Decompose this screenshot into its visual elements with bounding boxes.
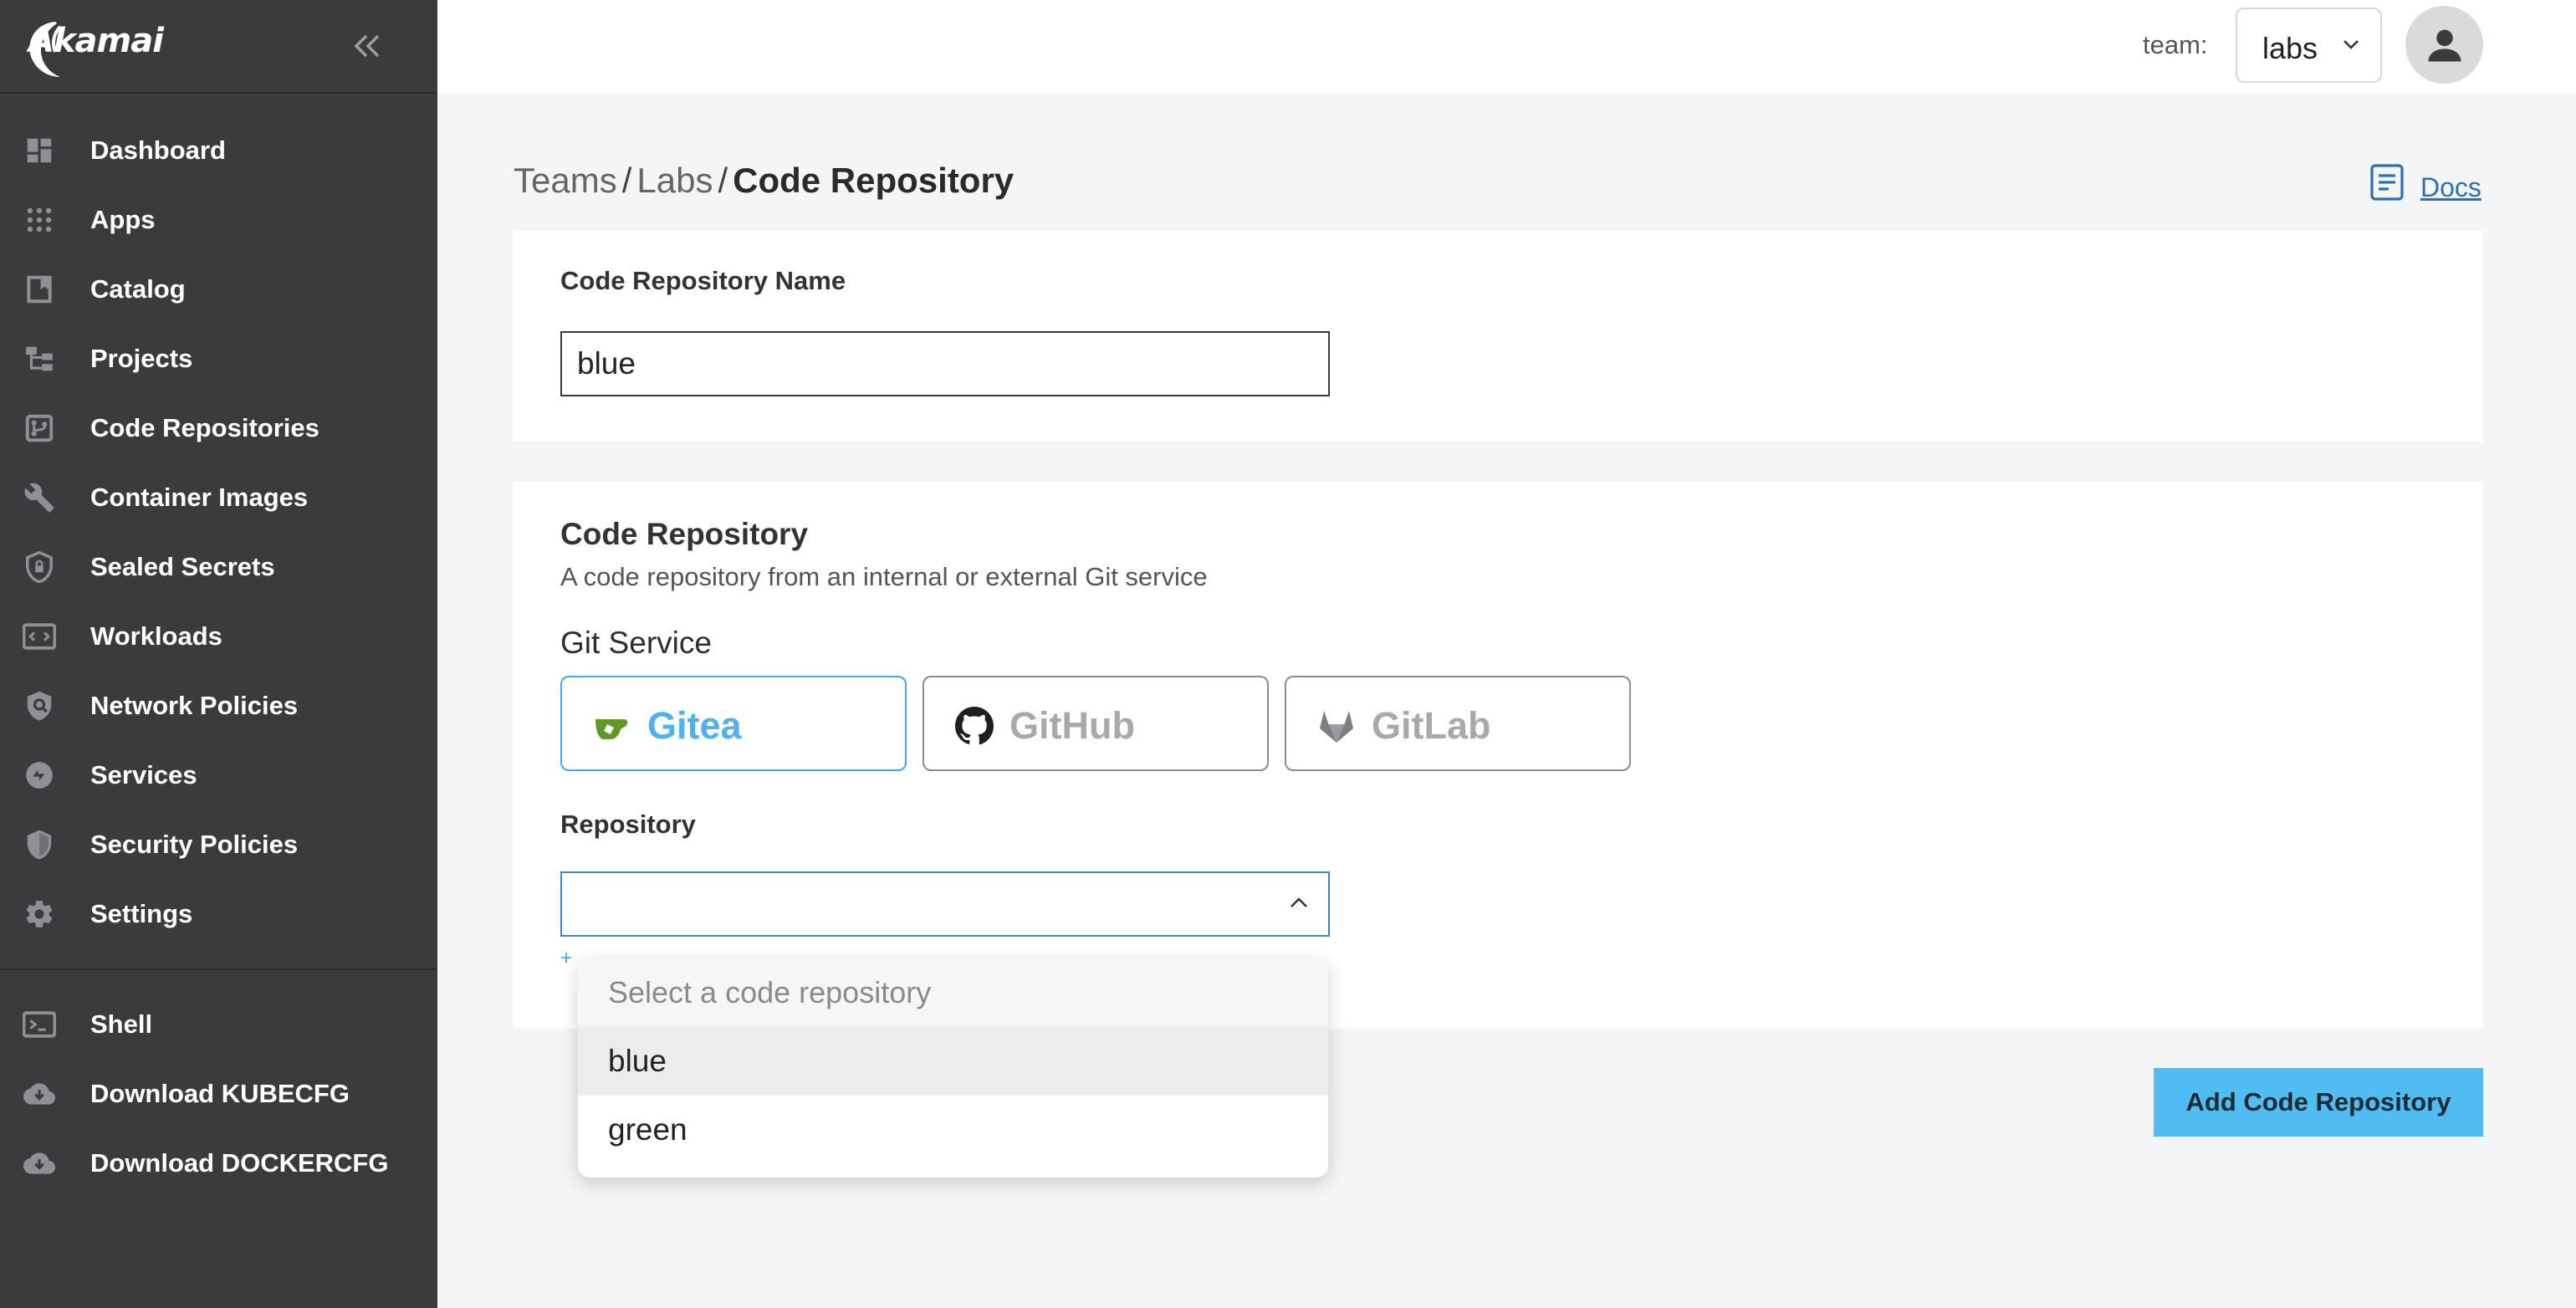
shield-icon	[23, 828, 56, 861]
name-field-label: Code Repository Name	[560, 266, 846, 295]
document-icon	[2370, 163, 2404, 201]
git-branch-icon	[23, 411, 56, 445]
sidebar-item-container-images[interactable]: Container Images	[0, 467, 437, 529]
apps-grid-icon	[23, 203, 56, 237]
repository-select[interactable]	[560, 871, 1330, 937]
sidebar-item-services[interactable]: Services	[0, 744, 437, 806]
code-repository-card: Code Repository A code repository from a…	[514, 482, 2483, 1029]
sidebar-divider	[0, 968, 437, 970]
user-icon	[2428, 29, 2461, 61]
services-icon	[23, 759, 56, 792]
sidebar-item-settings[interactable]: Settings	[0, 883, 437, 945]
sidebar-item-dashboard[interactable]: Dashboard	[0, 120, 437, 181]
book-icon	[23, 273, 56, 306]
chevron-down-icon	[2343, 40, 2359, 49]
dropdown-placeholder: Select a code repository	[578, 958, 1328, 1027]
git-service-gitlab-button[interactable]: GitLab	[1285, 676, 1631, 771]
gitea-label: Gitea	[647, 704, 742, 747]
page-title: Code Repository	[733, 161, 1015, 200]
breadcrumb-separator: /	[621, 161, 632, 200]
code-box-icon	[23, 620, 56, 653]
name-card: Code Repository Name blue	[514, 231, 2483, 442]
dashboard-icon	[23, 134, 56, 167]
double-chevron-left-icon	[354, 34, 380, 58]
docs-link[interactable]: Docs	[2369, 161, 2481, 203]
sidebar-item-apps[interactable]: Apps	[0, 189, 437, 251]
cloud-download-icon	[23, 1147, 56, 1180]
sidebar-item-download-dockercfg[interactable]: Download DOCKERCFG	[0, 1132, 437, 1194]
gear-icon	[23, 897, 56, 931]
plus-icon[interactable]: +	[560, 947, 572, 970]
sidebar: Akamai Dashboard Apps Catalog Projects C…	[0, 0, 437, 1308]
breadcrumb-teams[interactable]: Teams	[514, 161, 617, 200]
team-select[interactable]: labs	[2236, 8, 2382, 83]
sidebar-item-shell[interactable]: Shell	[0, 994, 437, 1055]
gitea-icon	[595, 719, 628, 739]
git-service-gitea-button[interactable]: Gitea	[560, 676, 907, 771]
sidebar-header: Akamai	[0, 0, 437, 94]
breadcrumb-labs[interactable]: Labs	[636, 161, 713, 200]
wrench-icon	[23, 481, 56, 514]
sidebar-item-download-kubecfg[interactable]: Download KUBECFG	[0, 1063, 437, 1125]
gitlab-label: GitLab	[1372, 704, 1491, 747]
tree-icon	[23, 342, 56, 376]
shield-search-icon	[23, 689, 56, 723]
user-avatar-button[interactable]	[2405, 6, 2483, 84]
section-description: A code repository from an internal or ex…	[560, 562, 1208, 591]
logo-text: Akamai	[28, 22, 164, 60]
sidebar-item-workloads[interactable]: Workloads	[0, 605, 437, 667]
collapse-sidebar-button[interactable]	[345, 25, 390, 67]
add-code-repository-button[interactable]: Add Code Repository	[2154, 1068, 2483, 1137]
repository-dropdown-menu: Select a code repository blue green	[578, 958, 1328, 1178]
team-label: team:	[2143, 30, 2208, 59]
sidebar-item-network-policies[interactable]: Network Policies	[0, 675, 437, 737]
shield-lock-icon	[23, 550, 56, 584]
github-icon	[955, 707, 994, 745]
sidebar-item-catalog[interactable]: Catalog	[0, 258, 437, 320]
breadcrumb: Teams / Labs / Code Repository	[514, 161, 1014, 201]
repository-name-input[interactable]: blue	[560, 331, 1330, 396]
dropdown-option-blue[interactable]: blue	[578, 1027, 1328, 1096]
sidebar-item-security-policies[interactable]: Security Policies	[0, 814, 437, 876]
git-service-github-button[interactable]: GitHub	[923, 676, 1269, 771]
repository-field-label: Repository	[560, 810, 696, 839]
cloud-download-icon	[23, 1077, 56, 1111]
chevron-up-icon	[1291, 897, 1307, 907]
section-title: Code Repository	[560, 517, 809, 551]
terminal-icon	[23, 1008, 56, 1041]
docs-label: Docs	[2420, 172, 2481, 202]
team-select-value: labs	[2262, 31, 2318, 65]
github-label: GitHub	[1009, 704, 1135, 747]
sidebar-item-code-repositories[interactable]: Code Repositories	[0, 397, 437, 459]
breadcrumb-separator: /	[718, 161, 728, 200]
dropdown-option-green[interactable]: green	[578, 1096, 1328, 1164]
sidebar-item-projects[interactable]: Projects	[0, 328, 437, 390]
git-service-label: Git Service	[560, 626, 712, 660]
gitlab-icon	[1320, 711, 1353, 743]
sidebar-item-sealed-secrets[interactable]: Sealed Secrets	[0, 536, 437, 598]
